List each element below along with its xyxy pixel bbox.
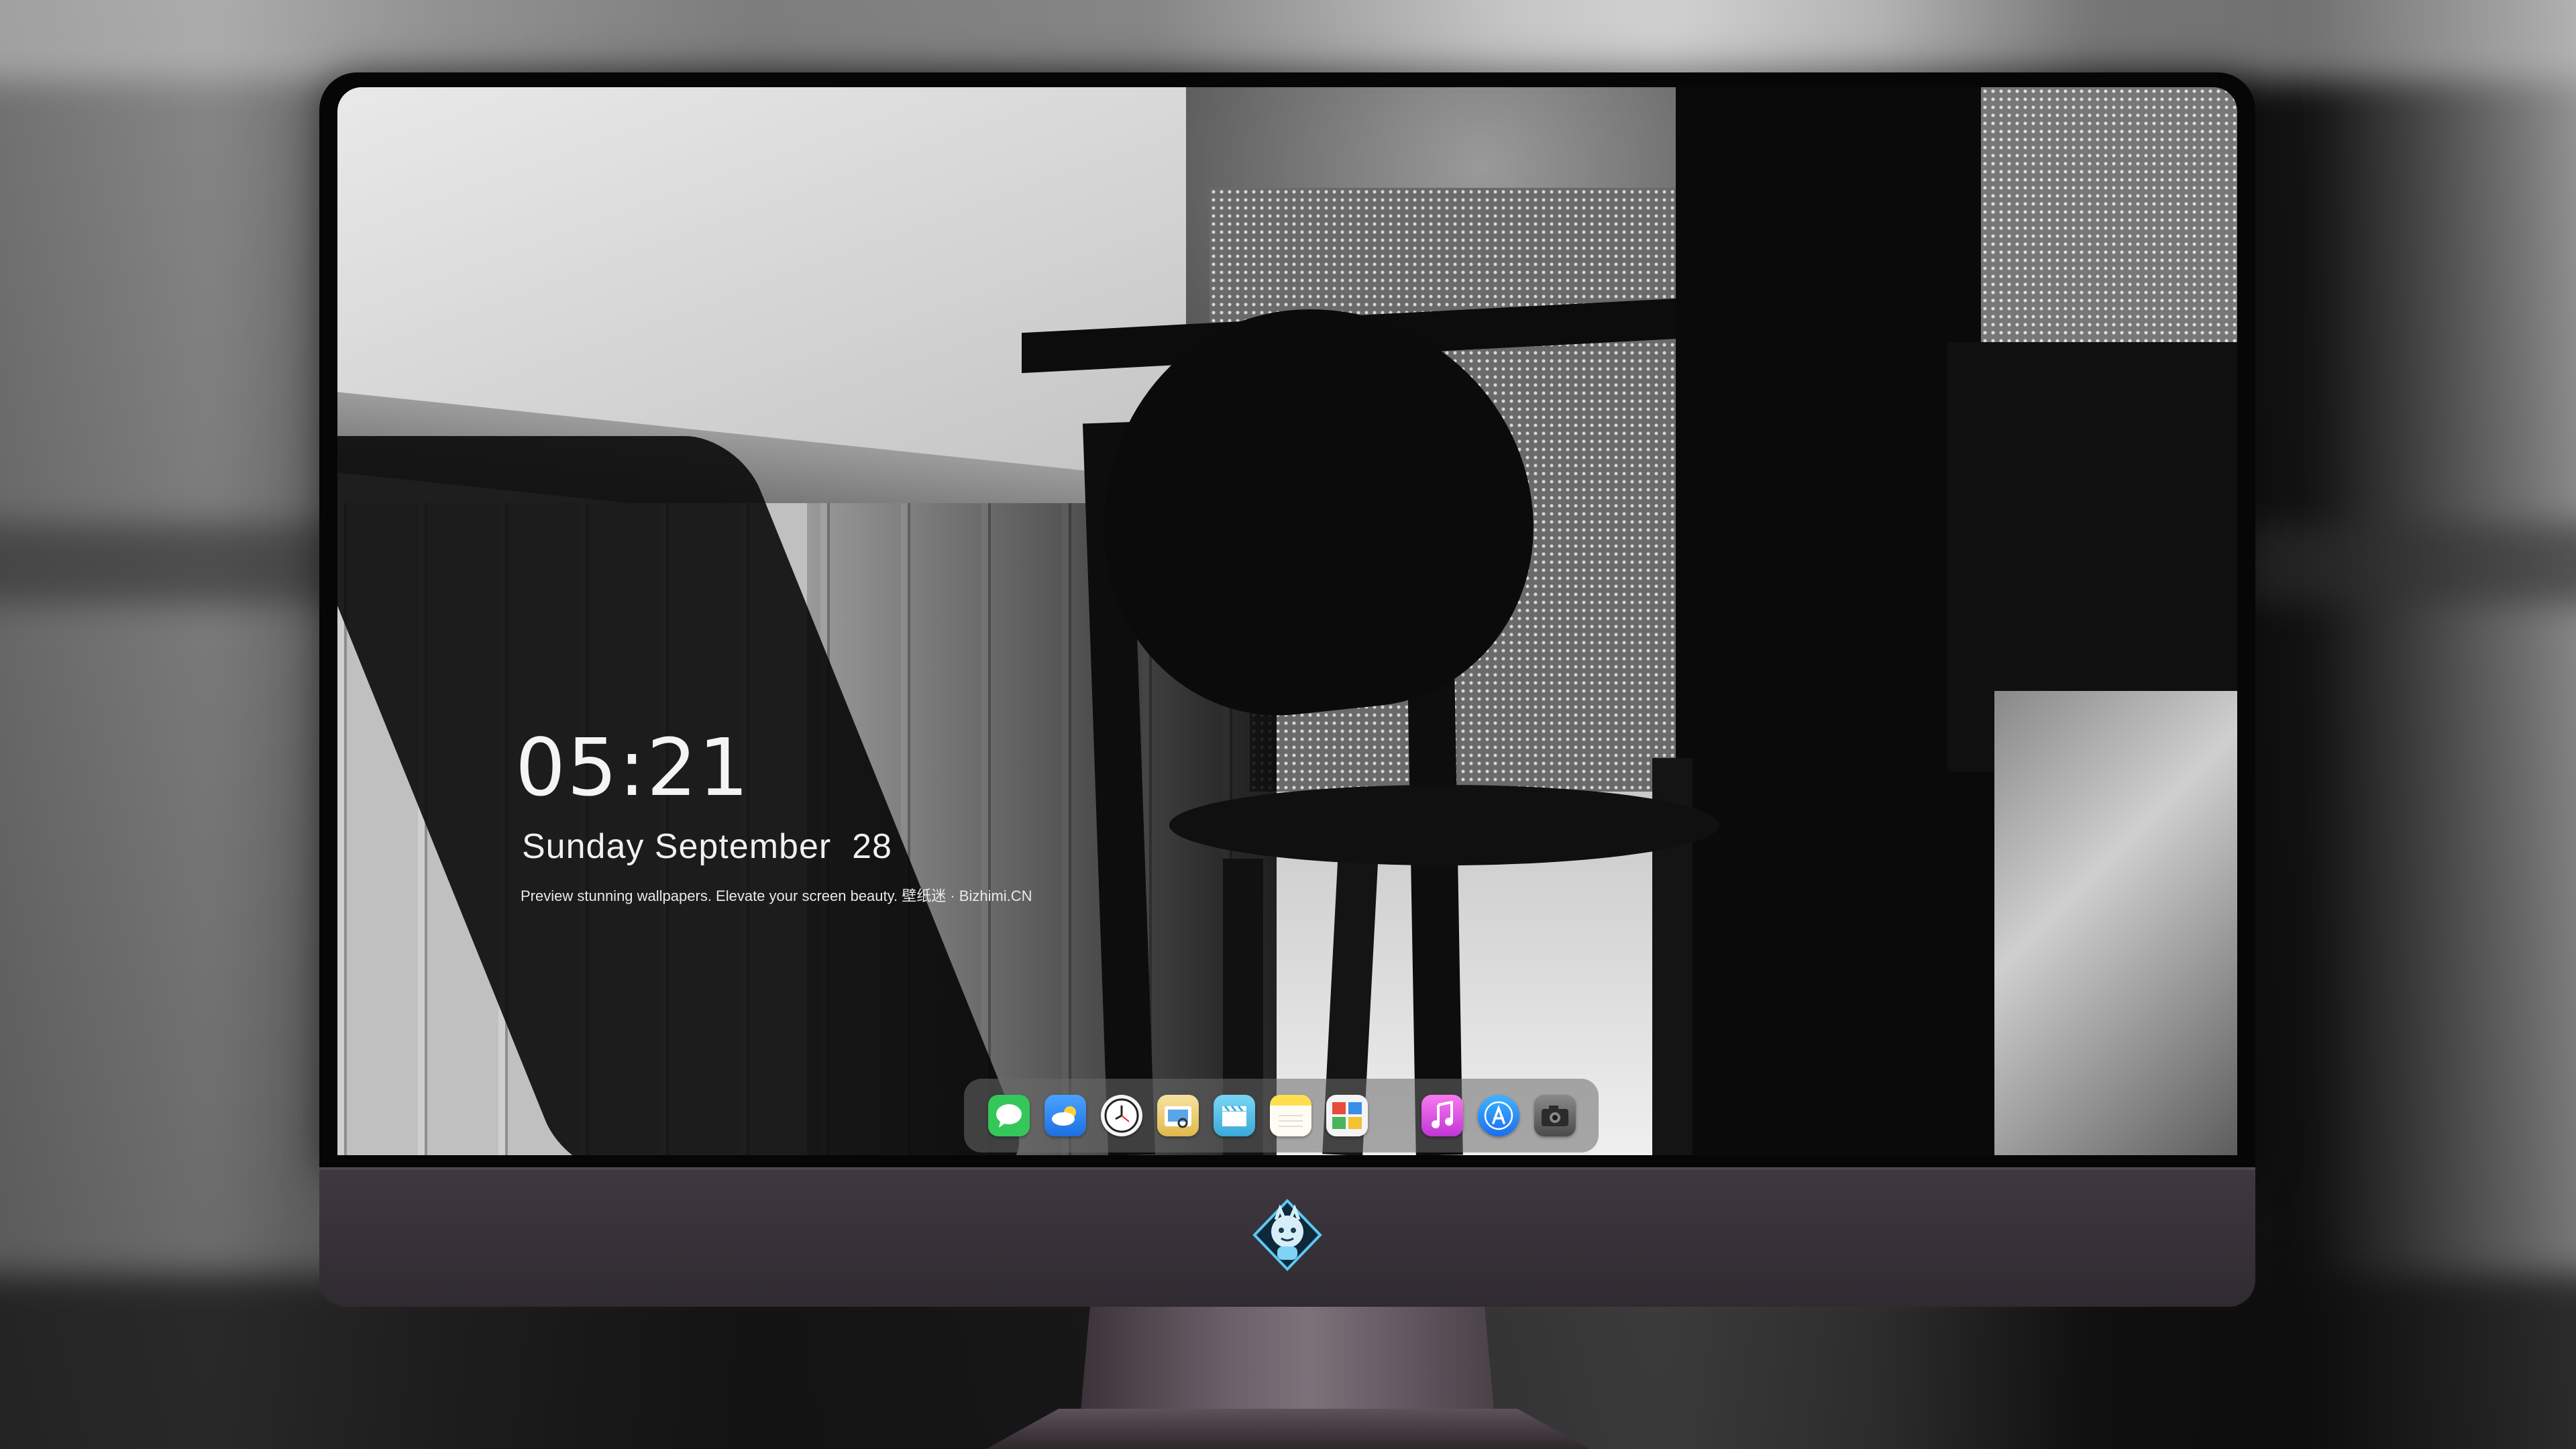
messages-icon[interactable] [988, 1095, 1030, 1136]
camera-icon[interactable] [1534, 1095, 1576, 1136]
wallpaper-right-glass [1994, 691, 2237, 1155]
chair-seat [1169, 785, 1719, 865]
music-icon[interactable] [1421, 1095, 1463, 1136]
weather-icon[interactable] [1044, 1095, 1086, 1136]
lock-screen-tagline: Preview stunning wallpapers. Elevate you… [521, 888, 1032, 904]
notes-icon[interactable] [1270, 1095, 1311, 1136]
lock-screen-time: 05:21 [515, 721, 751, 814]
app-store-icon[interactable] [1478, 1095, 1519, 1136]
photo-grid-icon[interactable] [1326, 1095, 1368, 1136]
clock-icon[interactable] [1101, 1095, 1142, 1136]
lock-screen-date: Sunday September 28 [522, 827, 892, 866]
clapper-icon[interactable] [1214, 1095, 1255, 1136]
wallpaper-right-mesh [1981, 87, 2237, 342]
dragon-mascot-icon [1250, 1198, 1324, 1272]
desktop-screen [337, 87, 2237, 1155]
preview-icon[interactable] [1157, 1095, 1199, 1136]
dock [964, 1079, 1599, 1152]
monitor-stand-base [986, 1409, 1590, 1449]
